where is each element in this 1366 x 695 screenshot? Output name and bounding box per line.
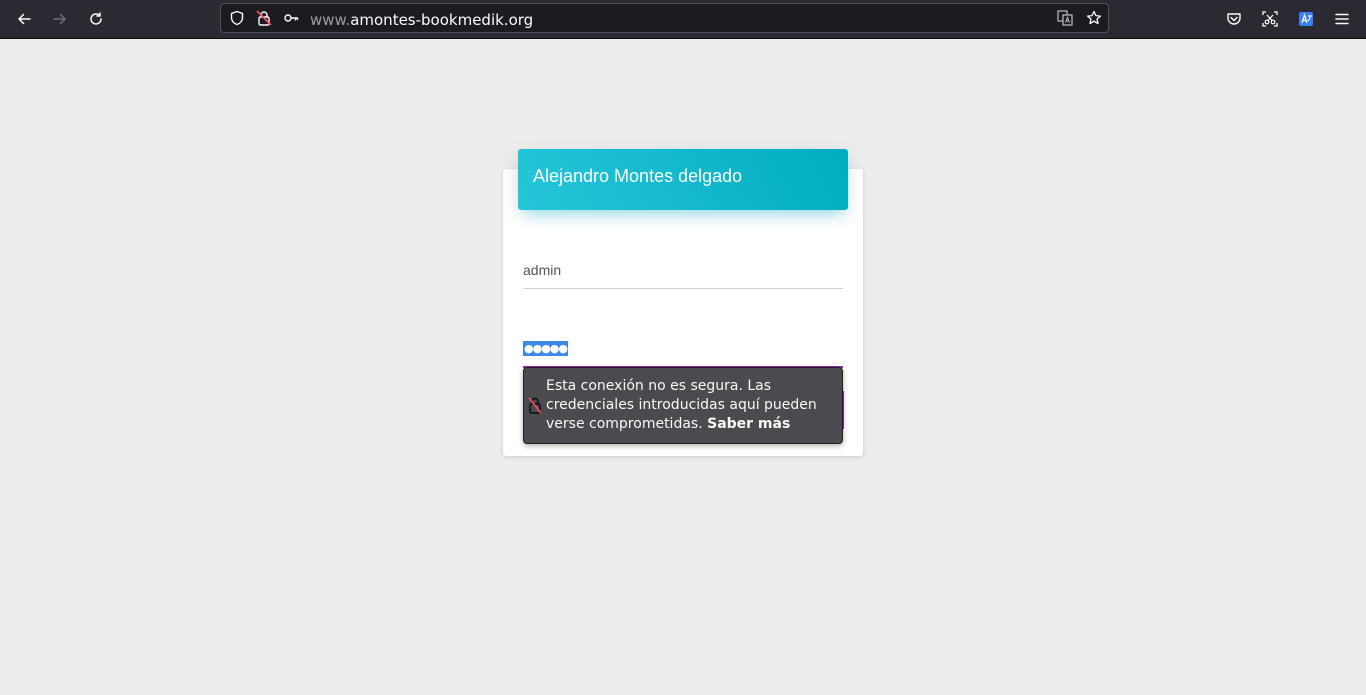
back-arrow-icon[interactable] <box>10 5 38 33</box>
screenshot-icon[interactable] <box>1256 5 1284 33</box>
star-icon[interactable] <box>1086 10 1102 26</box>
key-icon[interactable] <box>283 10 299 26</box>
login-card-header: Alejandro Montes delgado <box>518 149 848 210</box>
password-field[interactable]: ●●●●● <box>523 330 843 368</box>
url-text[interactable]: www.amontes-bookmedik.org <box>310 11 533 29</box>
reload-icon[interactable] <box>82 5 110 33</box>
url-prefix: www. <box>310 11 351 29</box>
warning-text: Esta conexión no es segura. Las credenci… <box>546 377 842 434</box>
url-bar[interactable]: www.amontes-bookmedik.org <box>220 3 1109 33</box>
url-domain: amontes-bookmedik.org <box>350 11 534 29</box>
page-title: Alejandro Montes delgado <box>533 166 743 186</box>
learn-more-link[interactable]: Saber más <box>707 416 790 432</box>
translate-icon[interactable] <box>1057 10 1073 26</box>
username-value: admin <box>523 262 562 278</box>
translate-extension-icon[interactable] <box>1292 5 1320 33</box>
pocket-icon[interactable] <box>1220 5 1248 33</box>
insecure-lock-icon[interactable] <box>256 10 272 26</box>
browser-toolbar: www.amontes-bookmedik.org <box>0 0 1366 39</box>
password-value: ●●●●● <box>523 341 568 356</box>
username-field[interactable]: admin <box>523 252 843 289</box>
shield-icon[interactable] <box>229 10 245 26</box>
insecure-login-warning: Esta conexión no es segura. Las credenci… <box>523 367 843 444</box>
insecure-lock-icon <box>527 396 543 414</box>
forward-arrow-icon[interactable] <box>46 5 74 33</box>
hamburger-menu-icon[interactable] <box>1328 5 1356 33</box>
